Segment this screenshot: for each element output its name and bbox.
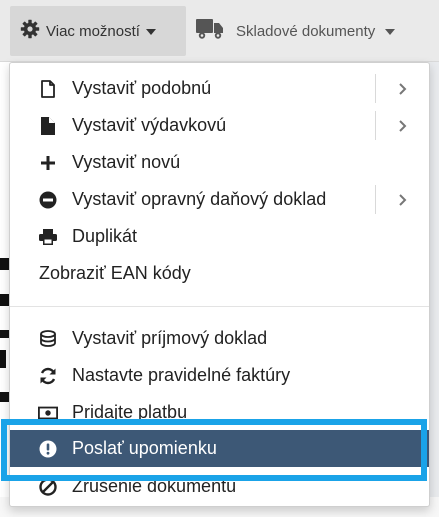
menu-item-cancel-document[interactable]: Zrušenie dokumentu — [10, 468, 429, 505]
chevron-right-icon[interactable] — [375, 74, 429, 103]
print-icon — [38, 227, 58, 247]
menu-item-label: Vystaviť novú — [72, 152, 181, 172]
caret-down-icon — [145, 29, 156, 35]
menu-item-issue-new[interactable]: Vystaviť novú — [10, 144, 429, 181]
menu-item-recurring-invoices[interactable]: Nastavte pravidelné faktúry — [10, 357, 429, 394]
money-bill-icon — [38, 403, 58, 423]
menu-item-label: Zobraziť EAN kódy — [39, 263, 191, 283]
more-options-button[interactable]: Viac možností — [10, 6, 186, 56]
menu-item-show-ean[interactable]: Zobraziť EAN kódy — [10, 255, 429, 292]
menu-item-label: Nastavte pravidelné faktúry — [72, 365, 291, 385]
menu-item-issue-receipt[interactable]: Vystaviť príjmový doklad — [10, 320, 429, 357]
menu-item-duplicate[interactable]: Duplikát — [10, 218, 429, 255]
menu-item-send-reminder[interactable]: Poslať upomienku — [10, 430, 429, 467]
menu-item-label: Pridajte platbu — [72, 402, 188, 422]
menu-item-label: Poslať upomienku — [72, 438, 217, 458]
coins-icon — [38, 329, 58, 349]
menu-item-label: Vystaviť príjmový doklad — [72, 328, 268, 348]
stock-documents-label: Skladové dokumenty — [236, 22, 376, 40]
refresh-icon — [38, 366, 58, 386]
exclamation-circle-icon — [38, 439, 58, 459]
menu-item-label: Zrušenie dokumentu — [72, 476, 237, 496]
more-options-menu: Vystaviť podobnú Vystaviť výdavkovú Vyst… — [9, 62, 430, 507]
chevron-right-icon[interactable] — [375, 111, 429, 140]
background-fragment — [0, 330, 9, 338]
menu-item-label: Duplikát — [72, 226, 138, 246]
ban-icon — [38, 477, 58, 497]
caret-down-icon — [385, 29, 396, 35]
background-fragment — [0, 350, 6, 368]
background-fragment — [0, 294, 9, 306]
menu-item-issue-expense[interactable]: Vystaviť výdavkovú — [10, 107, 429, 144]
file-outline-icon — [38, 79, 58, 99]
menu-item-label: Vystaviť opravný daňový doklad — [72, 189, 327, 209]
file-solid-icon — [38, 116, 58, 136]
menu-item-label: Vystaviť výdavkovú — [72, 115, 227, 135]
background-fragment — [0, 258, 9, 270]
gear-icon — [20, 19, 40, 43]
menu-item-add-payment[interactable]: Pridajte platbu — [10, 394, 429, 431]
stock-documents-button[interactable]: Skladové dokumenty — [196, 6, 426, 56]
menu-item-issue-similar[interactable]: Vystaviť podobnú — [10, 70, 429, 107]
truck-icon — [196, 18, 224, 44]
minus-circle-icon — [38, 190, 58, 210]
plus-icon — [38, 153, 58, 173]
menu-item-issue-correction[interactable]: Vystaviť opravný daňový doklad — [10, 181, 429, 218]
menu-item-label: Vystaviť podobnú — [72, 78, 212, 98]
toolbar: Viac možností Skladové dokumenty — [0, 0, 439, 62]
background-fragment — [0, 392, 9, 402]
more-options-label: Viac možností — [46, 22, 140, 40]
menu-divider — [10, 306, 429, 307]
chevron-right-icon[interactable] — [375, 185, 429, 214]
